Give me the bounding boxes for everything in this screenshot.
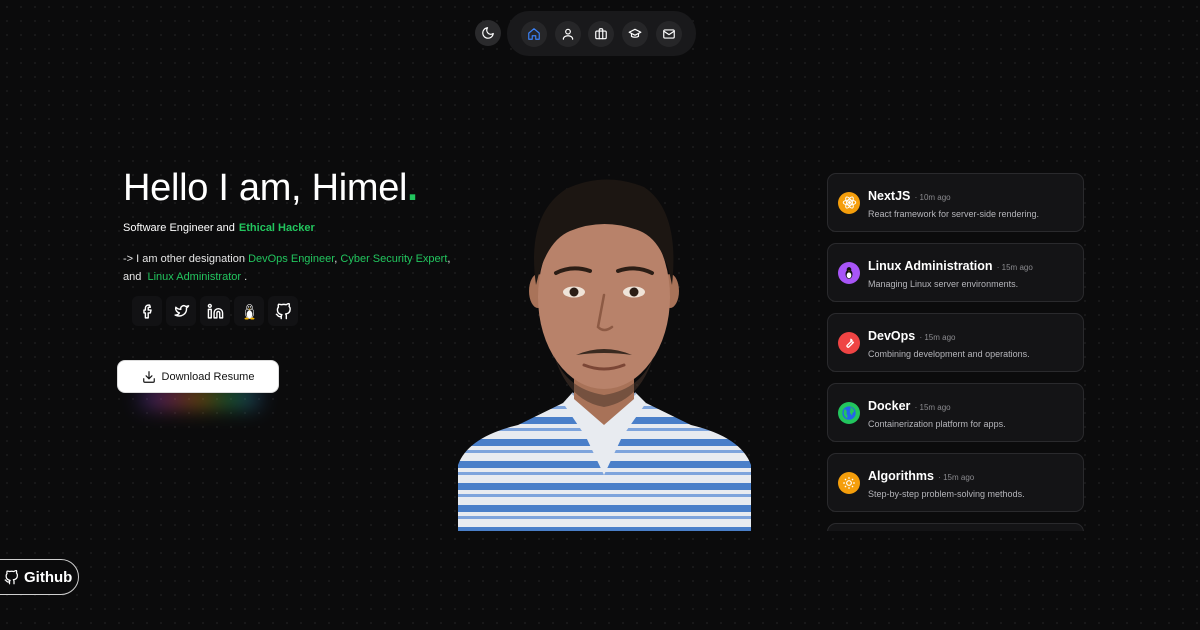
graduation-cap-icon [628, 28, 642, 38]
card-time: 10m ago [919, 192, 951, 202]
theme-toggle-button[interactable] [475, 20, 501, 46]
main-nav [507, 11, 696, 56]
social-links [132, 296, 463, 326]
linux-link[interactable] [234, 296, 264, 326]
github-icon [4, 569, 18, 584]
skill-card-partial[interactable] [827, 523, 1084, 531]
facebook-link[interactable] [132, 296, 162, 326]
card-description: Managing Linux server environments. [868, 278, 1019, 289]
linkedin-link[interactable] [200, 296, 230, 326]
skill-card[interactable]: Linux Administration · 15m ago Managing … [827, 243, 1084, 302]
card-title: DevOps [868, 328, 916, 343]
facebook-icon [142, 303, 152, 319]
card-time: 15m ago [943, 472, 975, 482]
card-title: Docker [868, 398, 911, 413]
github-badge-button[interactable]: Github [0, 559, 79, 595]
moon-icon [482, 27, 494, 39]
skill-card[interactable]: Docker · 15m ago Containerization platfo… [827, 383, 1084, 442]
role-devops: DevOps Engineer [248, 253, 335, 265]
card-description: Step-by-step problem-solving methods. [868, 488, 1025, 499]
user-icon [562, 28, 573, 40]
mail-icon [663, 28, 675, 39]
tux-penguin-icon [838, 261, 860, 284]
home-icon [527, 27, 540, 40]
download-resume-label: Download Resume [161, 370, 255, 383]
hero-title: Hello I am, Himel. [123, 167, 418, 209]
download-icon [142, 370, 155, 383]
card-time: 15m ago [919, 402, 951, 412]
globe-icon [838, 401, 860, 424]
skill-card[interactable]: DevOps · 15m ago Combining development a… [827, 313, 1084, 372]
gear-icon [838, 471, 860, 494]
download-resume-button[interactable]: Download Resume [118, 361, 278, 392]
linkedin-icon [207, 303, 223, 319]
nav-education-button[interactable] [622, 20, 649, 47]
twitter-link[interactable] [166, 296, 196, 326]
skills-card-list: NextJS · 10m ago React framework for ser… [827, 173, 1084, 531]
card-time: 15m ago [924, 332, 956, 342]
nav-about-button[interactable] [554, 20, 581, 47]
briefcase-icon [595, 27, 608, 39]
role-linux: Linux Administrator [147, 271, 242, 283]
github-icon [275, 302, 291, 319]
subtitle-accent: Ethical Hacker [238, 222, 315, 234]
twitter-icon [173, 304, 189, 317]
card-title: Linux Administration [868, 258, 993, 273]
card-time: 15m ago [1001, 262, 1033, 272]
card-description: React framework for server-side renderin… [868, 208, 1040, 219]
nav-experience-button[interactable] [588, 20, 615, 47]
github-link[interactable] [268, 296, 298, 326]
skill-card[interactable]: NextJS · 10m ago React framework for ser… [827, 173, 1084, 232]
github-badge-label: Github [24, 568, 73, 586]
nav-contact-button[interactable] [656, 20, 683, 47]
hero-subtitle: Software Engineer and Ethical Hacker [123, 222, 315, 234]
card-description: Containerization platform for apps. [868, 418, 1006, 429]
role-security: Cyber Security Expert [340, 253, 448, 265]
react-atom-icon [838, 191, 860, 214]
card-title: NextJS [868, 188, 911, 203]
linux-tux-icon [244, 303, 254, 320]
card-description: Combining development and operations. [868, 348, 1030, 359]
hero-section: Hello I am, Himel. Software Engineer and… [123, 166, 463, 326]
skill-card[interactable]: Algorithms · 15m ago Step-by-step proble… [827, 453, 1084, 512]
profile-photo [458, 175, 751, 531]
nav-home-button[interactable] [520, 20, 547, 47]
wrench-icon [838, 331, 860, 354]
card-title: Algorithms [868, 468, 934, 483]
hero-description: -> I am other designation DevOps Enginee… [123, 253, 451, 283]
